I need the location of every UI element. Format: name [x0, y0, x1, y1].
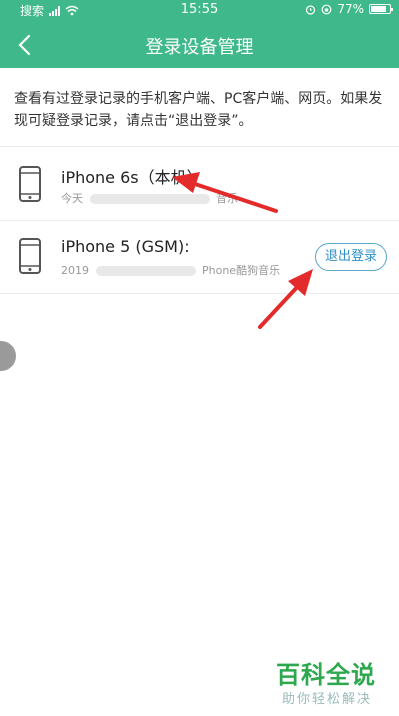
- alarm-icon: [306, 4, 316, 15]
- status-bar: 搜索 15:55 77%: [0, 0, 399, 20]
- phone-icon: [19, 238, 41, 274]
- page-title: 登录设备管理: [145, 37, 254, 58]
- divider: [0, 146, 399, 147]
- battery-percent: 77%: [337, 2, 364, 16]
- divider: [0, 293, 399, 294]
- device-info-client: Phone酷狗音乐: [202, 264, 281, 277]
- notice-text: 查看有过登录记录的手机客户端、PC客户端、网页。如果发现可疑登录记录，请点击“退…: [14, 91, 383, 129]
- watermark-title: 百科全说: [276, 661, 376, 689]
- device-info: 今天 音乐: [61, 190, 301, 206]
- redacted-text: [95, 266, 196, 276]
- device-info: 2019 Phone酷狗音乐: [61, 262, 301, 278]
- device-info-client: 音乐: [216, 192, 238, 205]
- floating-assistive-button[interactable]: [0, 341, 16, 371]
- device-name: iPhone 6s（本机）: [61, 168, 203, 187]
- redacted-text: [89, 194, 210, 204]
- logout-button[interactable]: 退出登录: [315, 243, 387, 271]
- device-info-date: 今天: [61, 192, 83, 205]
- app-header: 搜索 15:55 77% 登录设备管理: [0, 0, 399, 68]
- rotation-lock-icon: [321, 4, 332, 14]
- device-name: iPhone 5 (GSM):: [61, 237, 190, 256]
- battery-icon: [369, 4, 393, 14]
- device-info-date: 2019: [61, 264, 89, 277]
- watermark-subtitle: 助你轻松解决: [282, 692, 373, 707]
- phone-icon: [19, 166, 41, 202]
- device-row-current[interactable]: iPhone 6s（本机） 今天 音乐: [0, 148, 399, 220]
- status-right: 77%: [305, 2, 393, 16]
